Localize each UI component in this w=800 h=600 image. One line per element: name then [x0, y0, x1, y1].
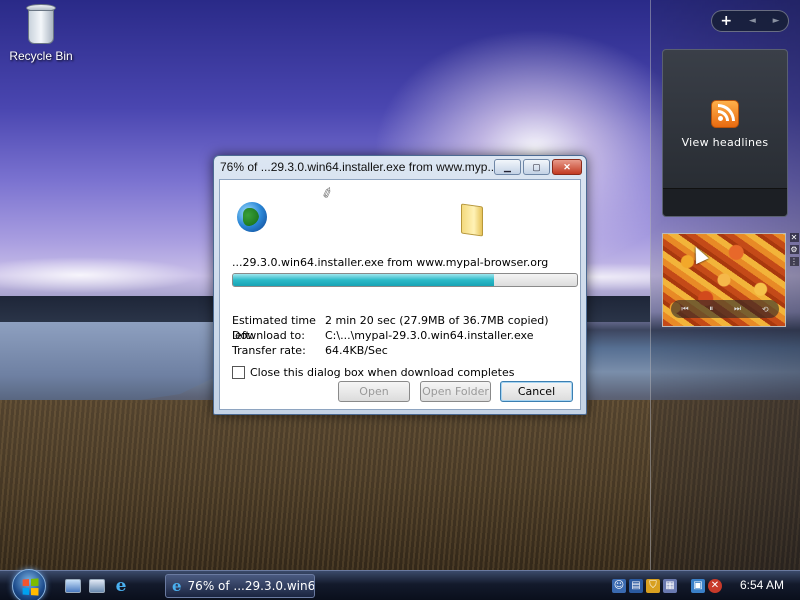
slideshow-controls: ⏮ ⏸ ⏭ ⟲	[671, 300, 779, 318]
download-task-icon: e	[172, 577, 182, 595]
cancel-button[interactable]: Cancel	[500, 381, 573, 402]
feed-headlines-gadget[interactable]: View headlines	[662, 49, 788, 217]
dialog-client-area: ✐ ...29.3.0.win64.installer.exe from www…	[219, 179, 581, 410]
start-button[interactable]	[12, 569, 46, 600]
slideshow-gadget[interactable]: ⏮ ⏸ ⏭ ⟲	[662, 233, 786, 327]
tray-spacer	[680, 579, 688, 593]
time-left-value: 2 min 20 sec (27.9MB of 36.7MB copied)	[325, 314, 549, 327]
dialog-title: 76% of ...29.3.0.win64.installer.exe fro…	[220, 160, 494, 174]
gadget-drag-handle-icon[interactable]: ⋮	[789, 257, 799, 266]
view-headlines-label[interactable]: View headlines	[663, 136, 787, 149]
dialog-titlebar[interactable]: 76% of ...29.3.0.win64.installer.exe fro…	[214, 156, 586, 178]
show-desktop-icon[interactable]	[65, 579, 81, 593]
system-tray: ☺ ▤ ⛉ ▦ ▣ ✕	[612, 576, 722, 596]
info-row-time-left: Estimated time left: 2 min 20 sec (27.9M…	[232, 313, 572, 342]
transfer-animation: ✐	[220, 180, 580, 255]
clock[interactable]: 6:54 AM	[740, 578, 784, 592]
transfer-rate-value: 64.4KB/Sec	[325, 344, 388, 357]
progress-fill	[233, 274, 495, 286]
pause-icon[interactable]: ⏸	[709, 304, 713, 314]
recycle-bin-icon	[24, 2, 58, 46]
folder-icon	[461, 203, 483, 237]
windows-logo-icon	[22, 578, 39, 596]
gadget-side-controls: ✕ ⚙ ⋮	[789, 233, 799, 266]
rss-icon	[711, 100, 739, 128]
close-when-done-option[interactable]: Close this dialog box when download comp…	[232, 366, 514, 379]
desktop-icon-label: Recycle Bin	[9, 49, 73, 63]
previous-slide-icon[interactable]: ⏮	[681, 304, 688, 314]
security-shield-icon[interactable]: ⛉	[646, 579, 660, 593]
taskbar: e e 76% of ...29.3.0.win6... ☺ ▤ ⛉ ▦ ▣ ✕…	[0, 569, 800, 600]
sidebar-controls: + ◄ ►	[711, 10, 789, 32]
network-tray-icon[interactable]: ▤	[629, 579, 643, 593]
feed-gadget-footer	[663, 188, 787, 216]
open-folder-button[interactable]: Open Folder	[420, 381, 491, 402]
download-progress-bar	[232, 273, 578, 287]
time-left-label: Estimated time left:	[232, 314, 316, 342]
globe-icon	[237, 202, 267, 232]
view-icon[interactable]: ⟲	[762, 305, 769, 314]
close-when-done-label[interactable]: Close this dialog box when download comp…	[250, 366, 514, 379]
connection-tray-icon[interactable]: ▣	[691, 579, 705, 593]
info-row-download-to: Download to: C:\...\mypal-29.3.0.win64.i…	[232, 328, 572, 343]
close-when-done-checkbox[interactable]	[232, 366, 245, 379]
download-dialog: 76% of ...29.3.0.win64.installer.exe fro…	[213, 155, 587, 415]
add-gadget-button[interactable]: +	[720, 13, 732, 29]
maximize-button[interactable]: ▢	[523, 159, 550, 175]
sidebar-prev-button[interactable]: ◄	[749, 16, 756, 26]
desktop-icon-recycle-bin[interactable]: Recycle Bin	[6, 2, 76, 63]
download-source: ...29.3.0.win64.installer.exe from www.m…	[232, 256, 549, 269]
sidebar-next-button[interactable]: ►	[773, 16, 780, 26]
close-gadget-icon[interactable]: ✕	[789, 233, 799, 242]
minimize-button[interactable]: ▁	[494, 159, 521, 175]
flying-paper-icon: ✐	[319, 184, 337, 204]
users-tray-icon[interactable]: ☺	[612, 579, 626, 593]
tray-app-icon[interactable]: ▦	[663, 579, 677, 593]
transfer-rate-label: Transfer rate:	[232, 344, 306, 357]
gadget-options-icon[interactable]: ⚙	[789, 245, 799, 254]
switch-windows-icon[interactable]	[89, 579, 105, 593]
next-slide-icon[interactable]: ⏭	[734, 304, 741, 314]
download-info: Estimated time left: 2 min 20 sec (27.9M…	[232, 313, 572, 358]
taskbar-button-download[interactable]: e 76% of ...29.3.0.win6...	[165, 574, 315, 598]
download-to-label: Download to:	[232, 329, 305, 342]
open-button[interactable]: Open	[338, 381, 410, 402]
close-button[interactable]: ✕	[552, 159, 582, 175]
internet-explorer-icon[interactable]: e	[112, 577, 130, 595]
taskbar-button-label: 76% of ...29.3.0.win6...	[187, 579, 315, 593]
download-to-value: C:\...\mypal-29.3.0.win64.installer.exe	[325, 329, 534, 342]
info-row-transfer-rate: Transfer rate: 64.4KB/Sec	[232, 343, 572, 358]
volume-muted-icon[interactable]: ✕	[708, 579, 722, 593]
